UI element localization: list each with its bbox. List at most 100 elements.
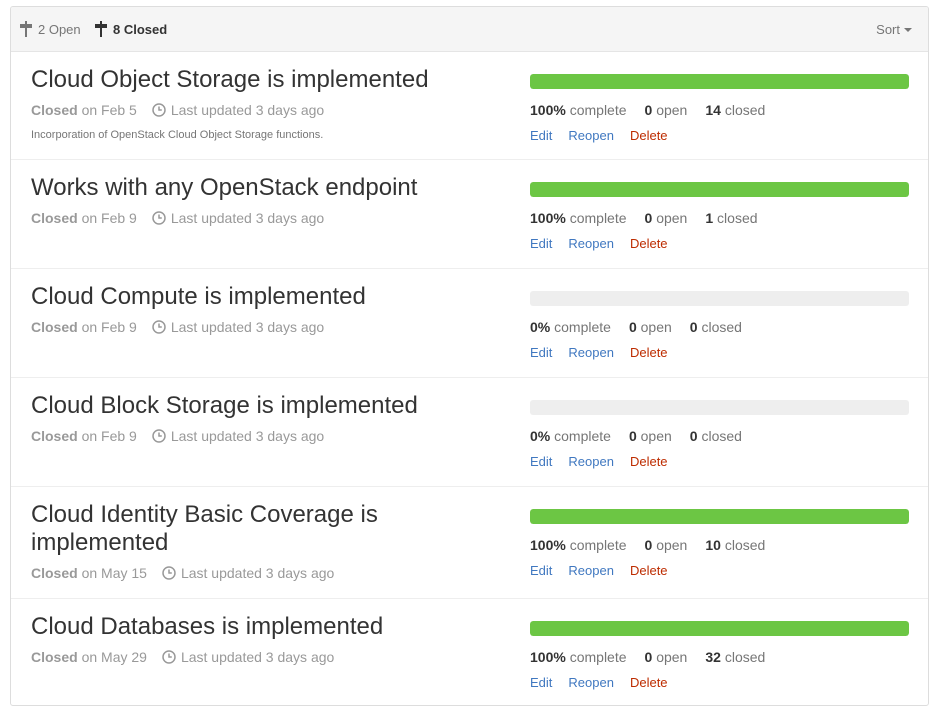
milestone-title[interactable]: Cloud Databases is implemented [31, 613, 471, 641]
percent-value: 100% [530, 102, 566, 118]
complete-label: complete [569, 537, 627, 553]
open-count: 0 [628, 319, 637, 335]
edit-link[interactable]: Edit [530, 563, 552, 578]
open-filter[interactable]: 2 Open [20, 7, 81, 51]
delete-link[interactable]: Delete [630, 454, 668, 469]
milestone-state: Closed [31, 649, 78, 665]
clock-icon [162, 566, 176, 580]
closed-label: closed [701, 319, 742, 335]
milestone-title[interactable]: Cloud Block Storage is implemented [31, 392, 471, 420]
open-label: open [640, 428, 672, 444]
milestone-updated: Last updated 3 days ago [170, 319, 325, 335]
milestone-updated: Last updated 3 days ago [170, 210, 325, 226]
closed-count: 0 [689, 428, 698, 444]
milestone-actions: Edit Reopen Delete [530, 128, 684, 143]
complete-label: complete [569, 210, 627, 226]
milestone-meta: Closed on Feb 9 Last updated 3 days ago [31, 428, 324, 444]
progress-fill [530, 509, 909, 524]
milestone-date: on Feb 9 [81, 319, 137, 335]
progress-fill [530, 74, 909, 89]
delete-link[interactable]: Delete [630, 345, 668, 360]
reopen-link[interactable]: Reopen [568, 128, 614, 143]
sort-label: Sort [876, 21, 900, 37]
closed-label: closed [724, 102, 766, 118]
progress-bar [530, 621, 909, 636]
percent-value: 100% [530, 537, 566, 553]
progress-fill [530, 621, 909, 636]
milestone-updated: Last updated 3 days ago [180, 649, 335, 665]
milestone-stats: 0% complete 0 open 0 closed [530, 319, 742, 335]
closed-count: 14 [705, 102, 721, 118]
sort-dropdown[interactable]: Sort [876, 7, 912, 51]
clock-icon [152, 429, 166, 443]
reopen-link[interactable]: Reopen [568, 563, 614, 578]
closed-label: closed [724, 649, 766, 665]
open-label: open [656, 210, 688, 226]
percent-value: 100% [530, 649, 566, 665]
delete-link[interactable]: Delete [630, 236, 668, 251]
progress-bar [530, 291, 909, 306]
milestone-title[interactable]: Cloud Compute is implemented [31, 283, 471, 311]
list-header: 2 Open 8 Closed Sort [11, 7, 928, 52]
milestone-stats: 100% complete 0 open 10 closed [530, 537, 765, 553]
milestone-meta: Closed on May 29 Last updated 3 days ago [31, 649, 334, 665]
open-label: open [656, 102, 688, 118]
complete-label: complete [554, 319, 611, 335]
open-label: open [640, 319, 672, 335]
edit-link[interactable]: Edit [530, 454, 552, 469]
milestone-date: on May 29 [81, 649, 147, 665]
milestone-updated: Last updated 3 days ago [180, 565, 335, 581]
milestone-row: Works with any OpenStack endpoint Closed … [11, 160, 928, 269]
complete-label: complete [554, 428, 611, 444]
milestones-list: 2 Open 8 Closed Sort Cloud Object Storag… [10, 6, 929, 706]
milestone-state: Closed [31, 102, 78, 118]
reopen-link[interactable]: Reopen [568, 345, 614, 360]
open-label: open [656, 649, 688, 665]
milestone-icon [95, 21, 107, 37]
clock-icon [152, 103, 166, 117]
milestone-title[interactable]: Cloud Identity Basic Coverage is impleme… [31, 501, 471, 557]
edit-link[interactable]: Edit [530, 236, 552, 251]
closed-filter[interactable]: 8 Closed [95, 7, 167, 51]
milestone-stats: 100% complete 0 open 32 closed [530, 649, 765, 665]
closed-filter-label: 8 Closed [113, 21, 168, 37]
percent-value: 0% [530, 319, 551, 335]
closed-count: 1 [705, 210, 714, 226]
milestone-icon [20, 21, 32, 37]
complete-label: complete [569, 649, 627, 665]
milestone-date: on Feb 5 [81, 102, 137, 118]
milestone-actions: Edit Reopen Delete [530, 454, 684, 469]
edit-link[interactable]: Edit [530, 345, 552, 360]
milestone-row: Cloud Databases is implemented Closed on … [11, 599, 928, 705]
progress-fill [530, 182, 909, 197]
reopen-link[interactable]: Reopen [568, 454, 614, 469]
open-count: 0 [644, 537, 653, 553]
reopen-link[interactable]: Reopen [568, 675, 614, 690]
milestone-row: Cloud Block Storage is implemented Closed… [11, 378, 928, 487]
closed-label: closed [701, 428, 742, 444]
percent-value: 100% [530, 210, 566, 226]
milestone-stats: 100% complete 0 open 1 closed [530, 210, 758, 226]
milestone-state: Closed [31, 210, 78, 226]
open-count: 0 [644, 210, 653, 226]
milestone-state: Closed [31, 319, 78, 335]
edit-link[interactable]: Edit [530, 128, 552, 143]
closed-label: closed [724, 537, 766, 553]
clock-icon [152, 211, 166, 225]
closed-count: 10 [705, 537, 721, 553]
progress-bar [530, 182, 909, 197]
open-count: 0 [628, 428, 637, 444]
milestone-stats: 0% complete 0 open 0 closed [530, 428, 742, 444]
milestone-description: Incorporation of OpenStack Cloud Object … [31, 129, 324, 141]
milestone-date: on May 15 [81, 565, 147, 581]
milestone-title[interactable]: Cloud Object Storage is implemented [31, 66, 471, 94]
delete-link[interactable]: Delete [630, 563, 668, 578]
milestone-title[interactable]: Works with any OpenStack endpoint [31, 174, 471, 202]
milestone-row: Cloud Identity Basic Coverage is impleme… [11, 487, 928, 599]
delete-link[interactable]: Delete [630, 675, 668, 690]
progress-bar [530, 74, 909, 89]
reopen-link[interactable]: Reopen [568, 236, 614, 251]
progress-bar [530, 509, 909, 524]
delete-link[interactable]: Delete [630, 128, 668, 143]
edit-link[interactable]: Edit [530, 675, 552, 690]
